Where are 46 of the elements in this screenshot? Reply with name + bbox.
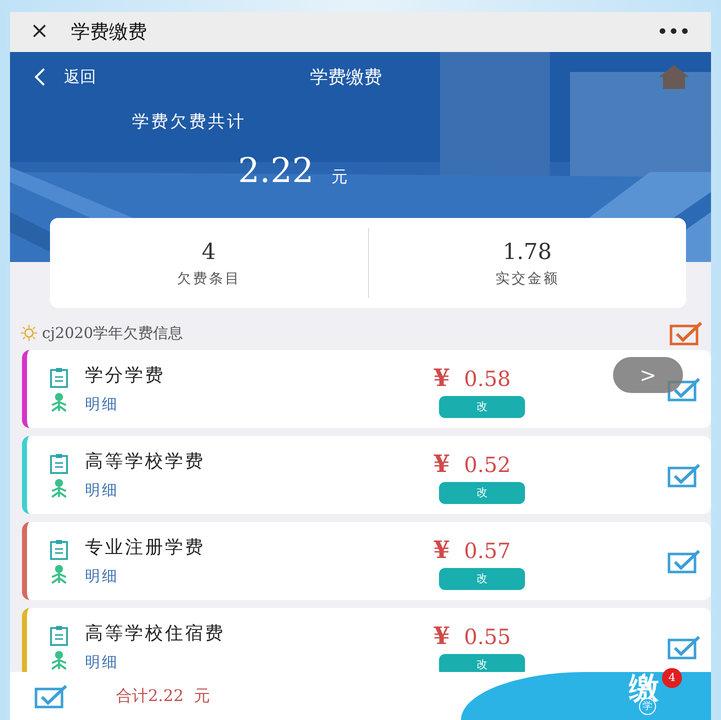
- floating-button[interactable]: >: [613, 357, 683, 393]
- fee-amount: 0.57: [464, 538, 511, 565]
- clipboard-icon: [49, 452, 69, 474]
- currency-unit: 元: [332, 166, 348, 188]
- stat-value: 4: [200, 239, 217, 267]
- select-all-checkbox[interactable]: [669, 320, 703, 346]
- fee-amount: 0.52: [464, 452, 511, 479]
- more-button[interactable]: •••: [657, 20, 691, 44]
- fee-name: 学分学费: [85, 364, 165, 388]
- currency-symbol: ¥: [433, 620, 450, 652]
- item-checkbox[interactable]: [667, 462, 701, 488]
- total-amount: 2.22: [238, 150, 314, 192]
- stat-label: 欠费条目: [176, 270, 242, 289]
- select-all-checkbox[interactable]: [34, 683, 68, 709]
- total-label: 学费欠费共计: [132, 111, 247, 134]
- fee-name: 高等学校学费: [85, 450, 205, 474]
- detail-link[interactable]: 明细: [85, 651, 225, 672]
- section-title: cj2020学年欠费信息: [42, 322, 184, 344]
- currency-symbol: ¥: [433, 534, 450, 566]
- edit-button[interactable]: 改: [439, 396, 525, 418]
- clipboard-icon: [49, 366, 69, 388]
- edit-button[interactable]: 改: [439, 654, 525, 672]
- stat-value: 1.78: [502, 239, 553, 267]
- close-button[interactable]: ×: [30, 15, 49, 49]
- clipboard-icon: [49, 624, 69, 646]
- home-icon[interactable]: [657, 63, 691, 91]
- stat-label: 实交金额: [494, 270, 560, 289]
- page-title: 学费缴费: [310, 66, 382, 90]
- item-checkbox[interactable]: [667, 548, 701, 574]
- clipboard-icon: [49, 538, 69, 560]
- fee-name: 专业注册学费: [85, 536, 205, 560]
- detail-link[interactable]: 明细: [85, 393, 165, 416]
- count-badge: 4: [662, 668, 682, 688]
- edit-button[interactable]: 改: [439, 482, 525, 504]
- currency-symbol: ¥: [433, 448, 450, 480]
- back-link[interactable]: 返回: [64, 65, 96, 89]
- total-text: 合计2.22 元: [116, 685, 210, 707]
- item-checkbox[interactable]: [667, 634, 701, 660]
- fee-name: 高等学校住宿费: [85, 622, 225, 646]
- fee-amount: 0.58: [464, 366, 511, 393]
- window-title: 学费缴费: [70, 20, 147, 45]
- currency-symbol: ¥: [433, 362, 450, 394]
- detail-link[interactable]: 明细: [85, 479, 205, 502]
- edit-button[interactable]: 改: [439, 568, 525, 590]
- fee-amount: 0.55: [464, 624, 511, 651]
- detail-link[interactable]: 明细: [85, 565, 205, 588]
